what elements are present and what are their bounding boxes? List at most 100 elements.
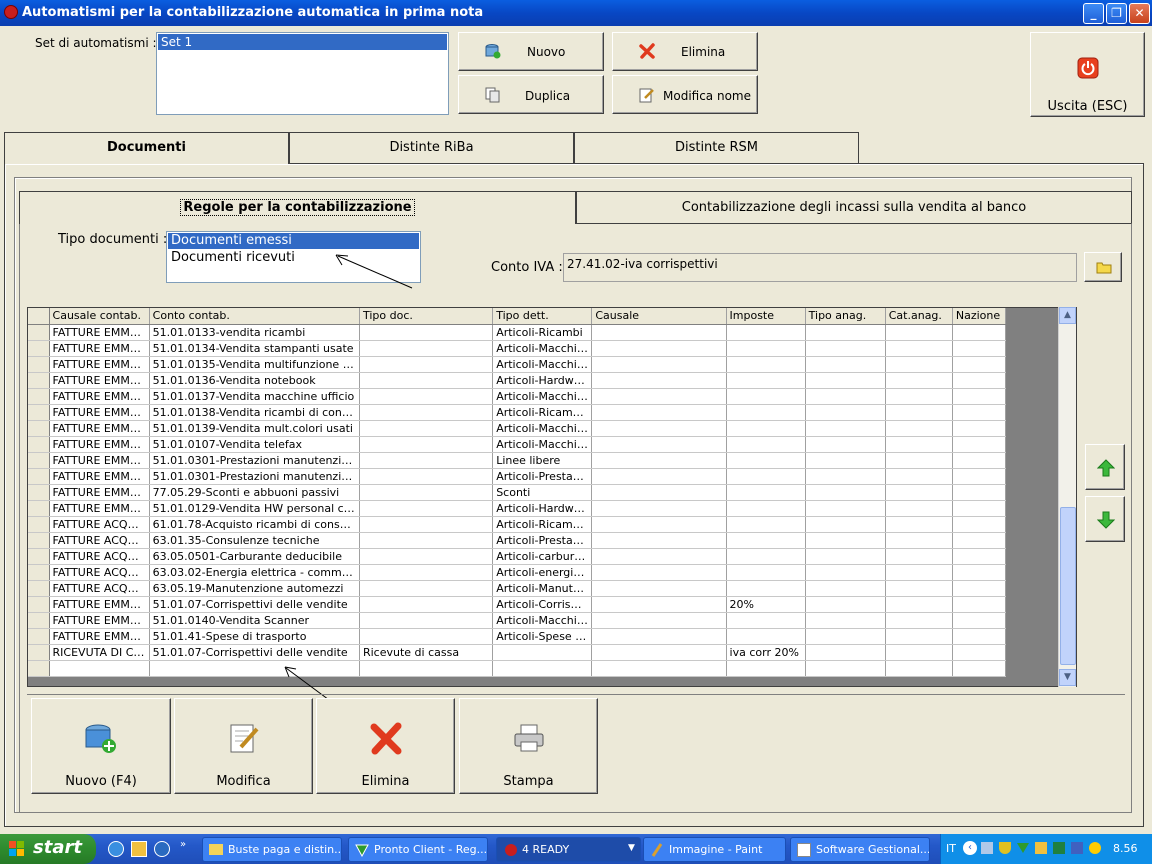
table-cell[interactable]: Articoli-Prestazioni... — [492, 468, 593, 485]
table-cell[interactable]: FATTURE EMME... — [49, 484, 150, 501]
task-buste-paga[interactable]: Buste paga e distin... — [202, 837, 342, 862]
row-indicator[interactable] — [28, 660, 50, 677]
table-cell[interactable]: 51.01.0135-Vendita multifunzione b/n usa… — [149, 356, 360, 373]
row-indicator[interactable] — [28, 484, 50, 501]
app-quicklaunch-icon[interactable] — [154, 841, 170, 857]
modifica-button[interactable]: Modifica — [174, 698, 313, 794]
table-cell[interactable] — [726, 388, 806, 405]
table-cell[interactable] — [952, 596, 1007, 613]
table-cell[interactable] — [952, 532, 1007, 549]
table-cell[interactable] — [885, 356, 953, 373]
table-cell[interactable] — [591, 340, 727, 357]
table-cell[interactable]: Articoli-Prestazioni... — [492, 532, 593, 549]
table-cell[interactable]: Ricevute di cassa — [359, 644, 494, 661]
shield-icon[interactable] — [999, 842, 1011, 854]
table-cell[interactable] — [359, 500, 494, 517]
table-cell[interactable] — [726, 660, 806, 677]
scroll-down-arrow[interactable]: ▼ — [1059, 669, 1076, 686]
table-cell[interactable] — [591, 436, 727, 453]
table-cell[interactable]: Articoli-Macchine ... — [492, 340, 593, 357]
table-cell[interactable] — [591, 484, 727, 501]
table-cell[interactable] — [591, 564, 727, 581]
row-indicator[interactable] — [28, 324, 50, 341]
table-cell[interactable]: FATTURE EMME... — [49, 372, 150, 389]
table-cell[interactable] — [885, 532, 953, 549]
table-cell[interactable] — [359, 516, 494, 533]
table-cell[interactable]: FATTURE EMME... — [49, 468, 150, 485]
table-cell[interactable] — [885, 644, 953, 661]
column-header[interactable]: Nazione — [952, 308, 1007, 325]
table-row[interactable]: RICEVUTA DI CA... 51.01.07-Corrispettivi … — [28, 644, 1007, 661]
table-cell[interactable] — [805, 388, 886, 405]
table-cell[interactable] — [359, 580, 494, 597]
table-cell[interactable]: Articoli-Macchine ... — [492, 420, 593, 437]
row-indicator[interactable] — [28, 436, 50, 453]
column-header[interactable]: Tipo anag. — [805, 308, 886, 325]
table-cell[interactable]: 51.01.0107-Vendita telefax — [149, 436, 360, 453]
table-cell[interactable]: Articoli-Macchine... — [492, 612, 593, 629]
row-indicator[interactable] — [28, 388, 50, 405]
table-cell[interactable] — [359, 532, 494, 549]
table-cell[interactable] — [591, 660, 727, 677]
table-row[interactable]: FATTURE EMME... 51.01.0129-Vendita HW per… — [28, 500, 1007, 517]
table-cell[interactable] — [805, 548, 886, 565]
task-software-gestionale[interactable]: Software Gestional... — [790, 837, 930, 862]
pronto-tray-icon[interactable] — [1017, 842, 1029, 854]
table-cell[interactable] — [952, 404, 1007, 421]
row-indicator[interactable] — [28, 372, 50, 389]
table-cell[interactable] — [591, 420, 727, 437]
table-cell[interactable] — [805, 660, 886, 677]
table-row[interactable]: FATTURE EMME... 51.01.0301-Prestazioni ma… — [28, 452, 1007, 469]
table-cell[interactable] — [952, 564, 1007, 581]
row-indicator[interactable] — [28, 516, 50, 533]
table-cell[interactable] — [359, 612, 494, 629]
table-cell[interactable] — [885, 452, 953, 469]
table-cell[interactable]: 61.01.78-Acquisto ricambi di consumo — [149, 516, 360, 533]
tray-alert-icon[interactable] — [1089, 842, 1101, 854]
table-row[interactable]: FATTURE EMME... 51.01.0301-Prestazioni ma… — [28, 468, 1007, 485]
table-cell[interactable]: Sconti — [492, 484, 593, 501]
table-cell[interactable] — [952, 468, 1007, 485]
table-cell[interactable] — [805, 564, 886, 581]
table-cell[interactable] — [805, 484, 886, 501]
table-cell[interactable] — [952, 372, 1007, 389]
table-cell[interactable] — [952, 628, 1007, 645]
table-cell[interactable] — [359, 388, 494, 405]
table-cell[interactable] — [805, 612, 886, 629]
table-cell[interactable] — [726, 452, 806, 469]
table-cell[interactable]: Articoli-Hardware/... — [492, 372, 593, 389]
table-cell[interactable]: Articoli-carburante... — [492, 548, 593, 565]
table-cell[interactable]: FATTURE EMME... — [49, 420, 150, 437]
table-cell[interactable] — [591, 404, 727, 421]
scroll-up-arrow[interactable]: ▲ — [1059, 307, 1076, 324]
table-cell[interactable] — [805, 468, 886, 485]
table-cell[interactable] — [726, 564, 806, 581]
start-button[interactable]: start — [0, 834, 96, 864]
table-cell[interactable] — [726, 324, 806, 341]
table-cell[interactable] — [726, 468, 806, 485]
column-header[interactable]: Tipo doc. — [359, 308, 494, 325]
table-cell[interactable] — [885, 372, 953, 389]
table-cell[interactable] — [952, 452, 1007, 469]
tab-distinte-riba[interactable]: Distinte RiBa — [289, 132, 574, 163]
row-indicator[interactable] — [28, 580, 50, 597]
subtab-incassi[interactable]: Contabilizzazione degli incassi sulla ve… — [576, 191, 1132, 223]
table-cell[interactable]: Articoli-Hardware/... — [492, 500, 593, 517]
table-cell[interactable] — [805, 420, 886, 437]
table-cell[interactable] — [726, 500, 806, 517]
table-cell[interactable] — [359, 404, 494, 421]
uscita-button[interactable]: Uscita (ESC) — [1030, 32, 1145, 117]
table-cell[interactable] — [591, 452, 727, 469]
table-cell[interactable]: 51.01.0301-Prestazioni manutenzione e ri… — [149, 452, 360, 469]
language-indicator[interactable]: IT — [946, 842, 956, 855]
table-cell[interactable] — [885, 628, 953, 645]
table-cell[interactable]: iva corr 20% — [726, 644, 806, 661]
table-cell[interactable]: 51.01.0133-vendita ricambi — [149, 324, 360, 341]
table-cell[interactable]: 51.01.0137-Vendita macchine ufficio — [149, 388, 360, 405]
new-row[interactable] — [28, 660, 1007, 677]
table-cell[interactable]: Articoli-Macchine... — [492, 388, 593, 405]
table-cell[interactable] — [591, 500, 727, 517]
table-cell[interactable]: Articoli-energia el... — [492, 564, 593, 581]
stampa-button[interactable]: Stampa — [459, 698, 598, 794]
table-cell[interactable]: FATTURE EMME... — [49, 388, 150, 405]
